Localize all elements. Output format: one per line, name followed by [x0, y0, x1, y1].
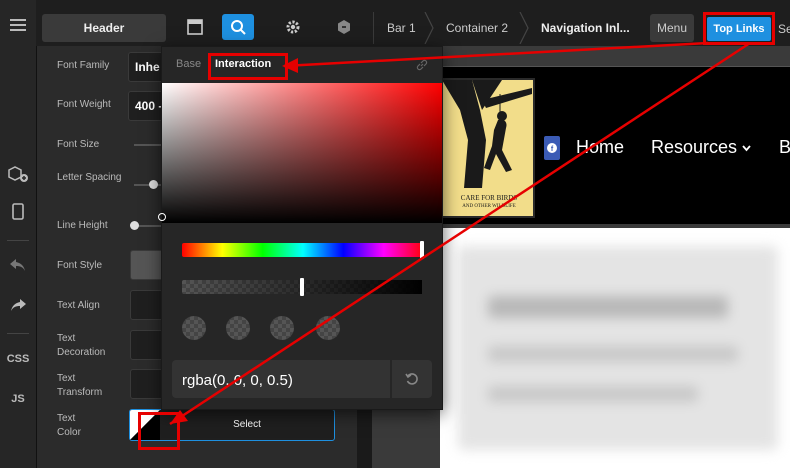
annotation-highlight-color-swatch	[138, 412, 180, 450]
annotation-highlight-interaction-tab	[208, 53, 288, 80]
annotation-arrows	[169, 41, 751, 426]
annotation-highlight-top-links	[703, 12, 775, 45]
